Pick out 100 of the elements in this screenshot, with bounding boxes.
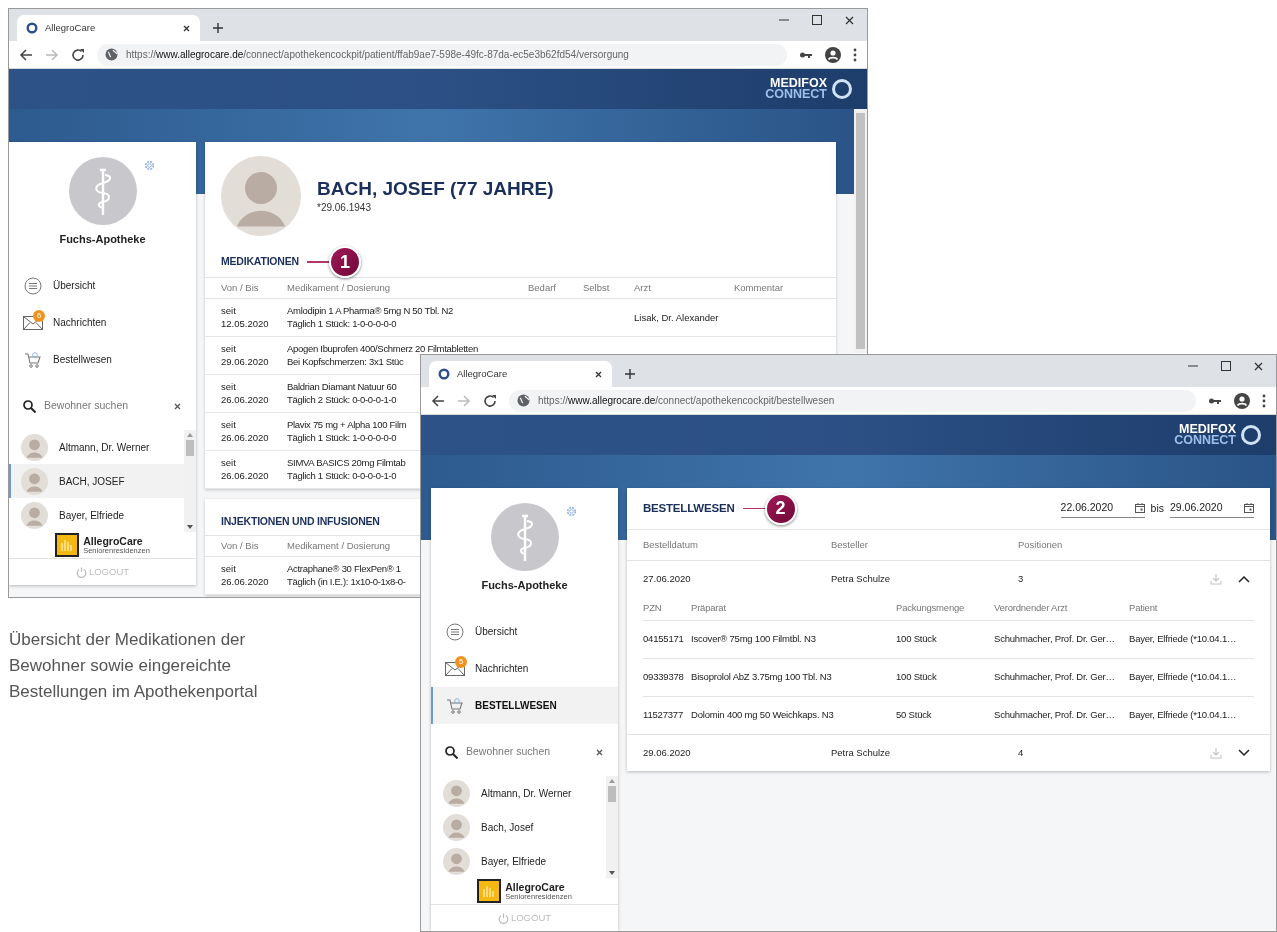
list-icon [446, 622, 464, 641]
table-cell-text: 26.06.2020 [221, 393, 270, 406]
chevron-up-icon[interactable] [1238, 575, 1250, 583]
back-icon[interactable] [19, 47, 33, 62]
close-tab-icon[interactable] [182, 23, 191, 33]
table-cell-text: 04155171 [643, 632, 685, 647]
column-header: Besteller [831, 537, 869, 552]
table-cell-text: 26.06.2020 [221, 431, 270, 444]
resident-item[interactable]: BACH, JOSEF [9, 464, 184, 498]
scrollbar-thumb[interactable] [186, 440, 194, 456]
address-bar[interactable]: https://www.allegrocare.de/connect/apothekencockpit/patient/ffab9ae7-598e-49fc-87da-ec5e3b62fd54/versorgung [97, 43, 787, 66]
caption: Übersicht der Medikationen der Bewohner sowie eingereichte Bestellungen im Apothekenportal [9, 629, 259, 703]
close-tab-icon[interactable] [594, 369, 603, 379]
table-cell: Actraphane® 30 FlexPen® 1 [287, 562, 401, 575]
callout-line [306, 261, 329, 263]
maximize-icon[interactable] [811, 14, 823, 26]
browser-tab[interactable]: AllegroCare [17, 15, 200, 41]
envelope-icon [23, 315, 43, 330]
callout-badge: 1 [328, 246, 361, 278]
scroll-down-arrow-icon[interactable] [609, 871, 615, 875]
reload-icon[interactable] [483, 393, 497, 408]
avatar [21, 501, 48, 529]
table-cell-text: 50 Stück [896, 708, 933, 723]
building-logo-icon [55, 533, 80, 557]
table-cell-text: seit [221, 304, 237, 317]
chevron-down-icon[interactable] [1238, 749, 1250, 757]
avatar [21, 467, 48, 495]
column-header: Von / Bis [220, 280, 260, 295]
close-window-icon[interactable] [1253, 360, 1264, 372]
power-icon [497, 912, 509, 924]
start-date-field[interactable]: 22.06.2020 [1060, 499, 1145, 518]
resident-item[interactable]: Bayer, Elfriede [431, 844, 606, 878]
table-cell-text: 26.06.2020 [221, 469, 270, 482]
back-icon[interactable] [431, 393, 445, 408]
building-logo-icon [477, 879, 502, 903]
calendar-icon[interactable] [1244, 503, 1254, 513]
table-cell-text: Bisoprolol AbZ 3.75mg 100 Tbl. N3 [691, 670, 833, 685]
table-cell-text: Dolomin 400 mg 50 Weichkaps. N3 [691, 708, 835, 723]
resident-item[interactable]: Altmann, Dr. Werner [9, 430, 184, 464]
scrollbar[interactable] [184, 430, 196, 532]
page-title: BESTELLWESEN [643, 500, 735, 516]
table-cell: Amlodipin 1 A Pharma® 5mg N 50 Tbl. N2 [287, 304, 453, 317]
resident-item[interactable]: Bach, Josef [431, 810, 606, 844]
table-cell: Bei Kopfschmerzen: 3x1 Stüc [287, 355, 404, 368]
column-header: Medikament / Dosierung [287, 280, 391, 295]
nav-item[interactable]: BESTELLWESEN [431, 687, 618, 724]
column-header: Selbst [583, 280, 611, 295]
table-cell: Täglich (in I.E.): 1x10-0-1x8-0- [287, 575, 406, 588]
resident-item[interactable]: Altmann, Dr. Werner [431, 776, 606, 810]
address-bar[interactable]: https://www.allegrocare.de/connect/apothekencockpit/bestellwesen [509, 389, 1196, 412]
search-field[interactable]: Bewohner suchen [466, 744, 587, 760]
browser-tab[interactable]: AllegroCare [429, 361, 612, 387]
close-window-icon[interactable] [844, 14, 855, 26]
table-cell-text: 27.06.2020 [643, 571, 692, 586]
scrollbar-thumb[interactable] [856, 113, 865, 349]
power-icon [75, 566, 87, 578]
patient-name: BACH, JOSEF (77 JAHRE) [317, 177, 554, 200]
table-cell-text: Bayer, Elfriede (*10.04.1… [1129, 670, 1238, 685]
end-date-field[interactable]: 29.06.2020 [1170, 499, 1254, 518]
globe-icon [517, 394, 530, 407]
list-icon [24, 276, 42, 295]
nav-item[interactable]: Übersicht [431, 613, 618, 650]
new-tab-icon[interactable] [212, 22, 224, 34]
table-cell-text: Bayer, Elfriede (*10.04.1… [1129, 632, 1238, 647]
section-title: MEDIKATIONEN [221, 254, 299, 270]
search-field[interactable]: Bewohner suchen [44, 398, 165, 414]
profile-icon[interactable] [1234, 392, 1250, 409]
maximize-icon[interactable] [1220, 360, 1232, 372]
scrollbar[interactable] [854, 109, 867, 353]
scrollbar[interactable] [606, 776, 618, 878]
column-header: Bestelldatum [643, 537, 699, 552]
table-cell-text: 3 [1018, 571, 1025, 586]
new-tab-icon[interactable] [624, 368, 636, 380]
section-title: INJEKTIONEN UND INFUSIONEN [221, 514, 380, 530]
medifox-connect-logo: MEDIFOX CONNECT [1174, 424, 1262, 446]
column-header: Präparat [691, 601, 727, 616]
profile-icon[interactable] [825, 46, 841, 63]
column-header: Bedarf [528, 280, 557, 295]
table-cell-text: 09339378 [643, 670, 685, 685]
table-cell: Täglich 2 Stück: 0-0-0-0-1-0 [287, 393, 397, 406]
resident-item[interactable]: Bayer, Elfriede [9, 498, 184, 532]
nav-item[interactable]: Übersicht [9, 267, 196, 304]
callout-badge: 2 [764, 492, 797, 525]
table-cell: Täglich 1 Stück: 0-0-0-0-1-0 [287, 469, 397, 482]
callout-line [742, 507, 765, 510]
shopping-cart-icon [446, 696, 464, 715]
column-header: Patient [1129, 601, 1159, 616]
clear-search-icon[interactable] [595, 747, 604, 757]
calendar-icon[interactable] [1134, 503, 1145, 513]
table-cell-text: Schuhmacher, Prof. Dr. Ger… [994, 670, 1116, 685]
pharmacy-name: Fuchs-Apotheke [58, 233, 147, 246]
menu-icon[interactable] [1262, 393, 1266, 408]
scrollbar-thumb[interactable] [608, 786, 616, 802]
clear-search-icon[interactable] [173, 401, 182, 411]
shopping-cart-icon [24, 350, 42, 369]
scroll-down-arrow-icon[interactable] [187, 525, 193, 529]
menu-icon[interactable] [853, 47, 857, 62]
column-header: Kommentar [734, 280, 785, 295]
nav-item[interactable]: Bestellwesen [9, 341, 196, 378]
reload-icon[interactable] [71, 47, 85, 62]
